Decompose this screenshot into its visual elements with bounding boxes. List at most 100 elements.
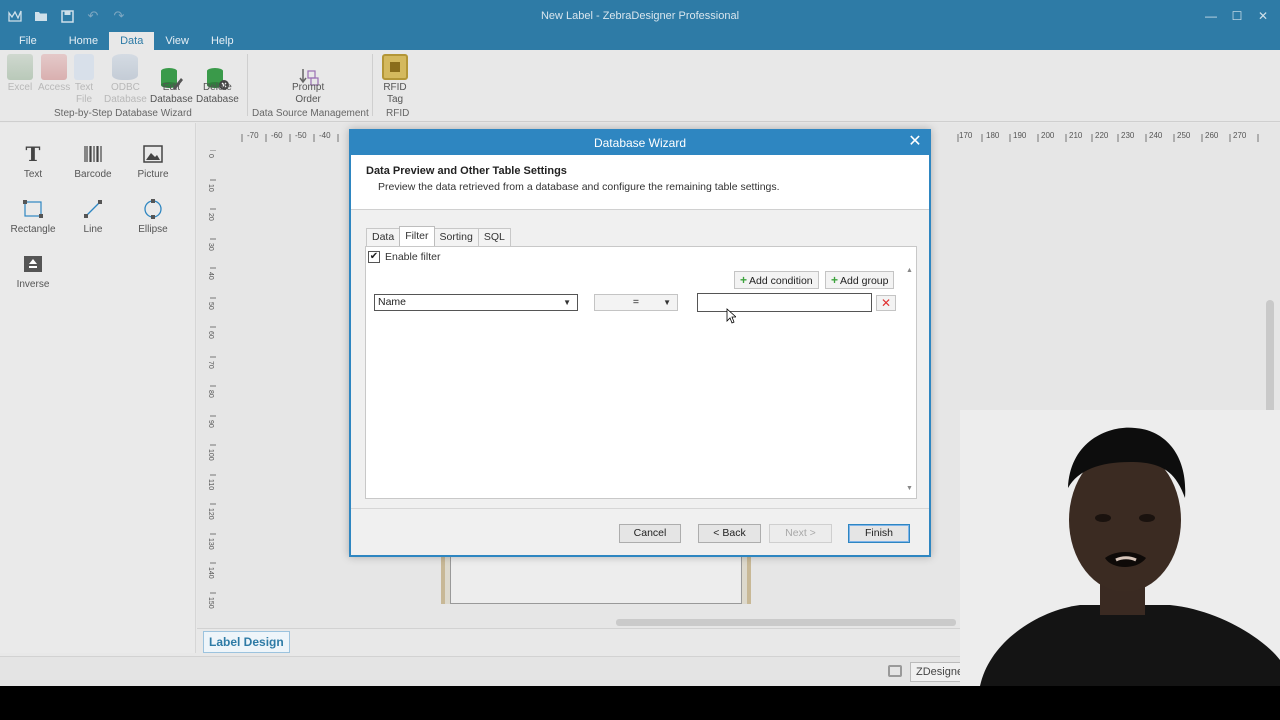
- odbc-icon: [112, 54, 139, 80]
- ruler-tick-label: 150: [207, 597, 214, 609]
- operator-dropdown[interactable]: = ▼: [594, 294, 678, 311]
- cancel-button[interactable]: Cancel: [619, 524, 681, 543]
- object-toolbox: T Text Barcode Picture Rectangle Line El…: [0, 123, 196, 653]
- close-icon[interactable]: ✕: [1252, 6, 1274, 26]
- add-group-button[interactable]: + Add group: [825, 271, 895, 289]
- finish-button[interactable]: Finish: [848, 524, 910, 543]
- ruler-tick-label: 10: [207, 184, 214, 192]
- rfid-tag-label: RFID Tag: [383, 82, 407, 105]
- operator-selected-value: =: [632, 296, 640, 308]
- delete-condition-button[interactable]: ✕: [876, 295, 896, 311]
- filter-conditions-area: + Add condition + Add group Name ▼ = ▼ ✕: [366, 267, 902, 497]
- enable-filter-checkbox[interactable]: ✔: [368, 251, 380, 263]
- ruler-tick-label: 180: [986, 131, 1000, 140]
- scroll-up-icon[interactable]: ▲: [903, 267, 916, 279]
- filter-scrollbar[interactable]: ▲ ▼: [903, 267, 916, 497]
- ruler-tick-label: 140: [207, 567, 214, 579]
- ruler-tick-label: 230: [1121, 131, 1135, 140]
- step-description: Preview the data retrieved from a databa…: [378, 181, 780, 193]
- edit-database-button[interactable]: Edit Database: [150, 54, 193, 106]
- tool-text[interactable]: T Text: [3, 142, 63, 180]
- text-file-label: Text File: [74, 82, 94, 105]
- prompt-order-button[interactable]: Prompt Order: [292, 54, 324, 106]
- access-button[interactable]: Access: [38, 54, 70, 94]
- plus-icon: +: [740, 273, 748, 287]
- ruler-tick-label: 240: [1149, 131, 1163, 140]
- tool-ellipse[interactable]: Ellipse: [123, 198, 183, 235]
- access-icon: [41, 54, 68, 80]
- back-button[interactable]: < Back: [698, 524, 761, 543]
- settings-tabs: Data Filter Sorting SQL: [366, 226, 511, 246]
- edit-database-label: Edit Database: [150, 82, 193, 105]
- horizontal-scrollbar[interactable]: [616, 619, 956, 626]
- tool-line[interactable]: Line: [63, 198, 123, 235]
- ruler-tick-label: 110: [207, 479, 214, 490]
- enable-filter-row[interactable]: ✔ Enable filter: [368, 251, 440, 263]
- video-letterbox: [0, 686, 1280, 720]
- tool-barcode[interactable]: Barcode: [63, 143, 123, 180]
- label-paper[interactable]: [441, 556, 751, 604]
- ruler-tick-label: -40: [319, 131, 331, 140]
- ribbon-separator: [372, 54, 373, 116]
- tab-label-design[interactable]: Label Design: [203, 631, 290, 653]
- tab-filter[interactable]: Filter: [399, 226, 435, 246]
- tool-picture[interactable]: Picture: [123, 143, 183, 180]
- ruler-tick-label: 250: [1177, 131, 1191, 140]
- field-selected-value: Name: [378, 296, 407, 308]
- text-file-button[interactable]: Text File: [74, 54, 94, 106]
- delete-x-icon: ✕: [880, 296, 892, 310]
- presenter-video: [960, 410, 1280, 686]
- ruler-tick-label: 0: [207, 154, 214, 158]
- odbc-database-button[interactable]: ODBC Database: [104, 54, 147, 106]
- field-dropdown[interactable]: Name ▼: [374, 294, 578, 311]
- tool-inverse[interactable]: Inverse: [3, 253, 63, 290]
- rfid-tag-icon: [382, 54, 408, 80]
- excel-button[interactable]: Excel: [7, 54, 33, 94]
- close-icon[interactable]: ✕: [905, 131, 925, 155]
- group-label-data-source: Data Source Management: [252, 108, 369, 119]
- group-label-rfid: RFID: [386, 108, 410, 119]
- picture-icon: [142, 143, 164, 165]
- ruler-tick-label: 200: [1041, 131, 1055, 140]
- text-file-icon: [74, 54, 94, 80]
- minimize-icon[interactable]: —: [1200, 6, 1222, 26]
- edit-database-icon: [158, 54, 184, 90]
- tab-home[interactable]: Home: [58, 32, 109, 50]
- tool-label: Rectangle: [10, 224, 56, 235]
- prompt-order-label: Prompt Order: [292, 82, 325, 105]
- label-area[interactable]: [450, 556, 742, 604]
- step-title: Data Preview and Other Table Settings: [366, 165, 567, 177]
- ruler-tick-label: 30: [207, 243, 214, 251]
- tab-help[interactable]: Help: [200, 32, 245, 50]
- ruler-tick-label: -50: [295, 131, 307, 140]
- tab-sql[interactable]: SQL: [477, 228, 511, 246]
- rfid-tag-button[interactable]: RFID Tag: [382, 54, 408, 106]
- tab-data[interactable]: Data: [109, 32, 155, 50]
- text-tool-icon: T: [25, 142, 41, 166]
- next-button[interactable]: Next >: [769, 524, 832, 543]
- ruler-tick-label: 90: [207, 420, 214, 428]
- maximize-icon[interactable]: ☐: [1226, 6, 1248, 26]
- dialog-title-bar: Database Wizard ✕: [351, 131, 929, 155]
- condition-value-input[interactable]: [697, 293, 872, 312]
- add-condition-label: Add condition: [749, 275, 813, 287]
- tool-label: Line: [83, 224, 103, 235]
- delete-database-button[interactable]: Delete Database: [196, 54, 239, 106]
- access-label: Access: [38, 82, 71, 93]
- tool-rectangle[interactable]: Rectangle: [3, 198, 63, 235]
- ruler-tick-label: 40: [207, 272, 214, 280]
- ruler-tick-label: 60: [207, 331, 214, 339]
- ruler-tick-label: 120: [207, 508, 214, 520]
- tab-view[interactable]: View: [154, 32, 200, 50]
- ruler-tick-label: 190: [1013, 131, 1027, 140]
- delete-database-icon: [204, 54, 230, 90]
- tab-file[interactable]: File: [8, 32, 48, 50]
- tab-sorting[interactable]: Sorting: [433, 228, 479, 246]
- ruler-tick-label: 270: [1233, 131, 1247, 140]
- inverse-icon: [22, 253, 44, 275]
- ruler-tick-label: 70: [207, 361, 214, 369]
- add-condition-button[interactable]: + Add condition: [734, 271, 819, 289]
- tab-data-preview[interactable]: Data: [366, 228, 401, 246]
- ruler-tick-label: 210: [1069, 131, 1083, 140]
- scroll-down-icon[interactable]: ▼: [903, 485, 916, 497]
